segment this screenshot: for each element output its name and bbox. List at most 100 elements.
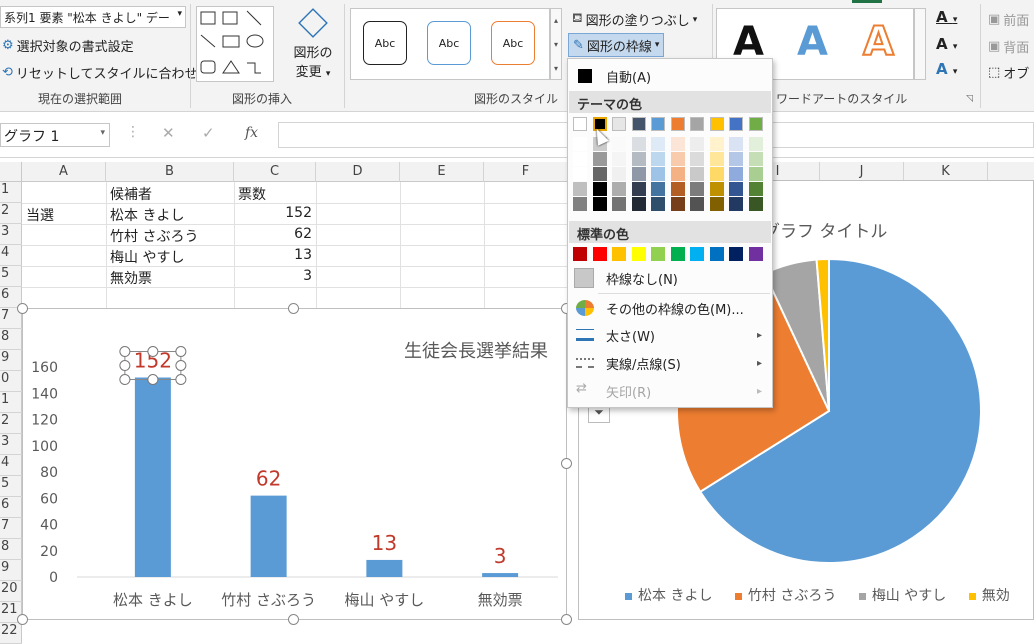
- theme-color-shade[interactable]: [690, 197, 704, 211]
- theme-color-shade[interactable]: [709, 137, 724, 151]
- bar[interactable]: [366, 559, 403, 577]
- bring-forward-button[interactable]: ▣ 前面: [988, 10, 1029, 29]
- row-header[interactable]: 9: [0, 560, 22, 581]
- theme-color-shade[interactable]: [651, 152, 665, 166]
- theme-color-shade[interactable]: [709, 197, 724, 211]
- text-fill-button[interactable]: A ▾: [936, 8, 957, 26]
- gallery-scroll[interactable]: ▴ ▾ ▾: [550, 8, 562, 80]
- theme-color-shade[interactable]: [573, 137, 587, 151]
- theme-color-swatch[interactable]: [631, 117, 646, 131]
- theme-color-shade[interactable]: [748, 197, 763, 211]
- resize-handle[interactable]: [17, 614, 28, 625]
- column-header[interactable]: B: [106, 162, 234, 182]
- shape-style-black[interactable]: Abc: [363, 21, 407, 65]
- theme-color-shade[interactable]: [573, 152, 587, 166]
- theme-color-shade[interactable]: [631, 137, 646, 151]
- cell-c1[interactable]: 票数: [238, 184, 266, 204]
- no-outline-item[interactable]: 枠線なし(N): [568, 265, 772, 291]
- theme-color-shade[interactable]: [690, 167, 704, 181]
- theme-color-shade[interactable]: [729, 167, 743, 181]
- theme-color-shade[interactable]: [748, 167, 763, 181]
- shape-fill-button[interactable]: ⛾ 図形の塗りつぶし ▾: [572, 10, 697, 29]
- theme-color-shade[interactable]: [670, 182, 685, 196]
- shape-style-gallery[interactable]: Abc Abc Abc: [350, 8, 550, 80]
- label-handle[interactable]: [119, 360, 131, 371]
- cell-a2[interactable]: 当選: [26, 205, 54, 225]
- theme-color-shade[interactable]: [592, 197, 607, 211]
- format-selection-button[interactable]: ⚙ 選択対象の書式設定: [2, 36, 134, 55]
- reset-style-button[interactable]: ⟲ リセットしてスタイルに合わせる: [2, 63, 211, 82]
- bar-plot-area[interactable]: 020406080100120140160 152松本 きよし62竹村 さぶろう1…: [23, 309, 568, 621]
- shapes-gallery[interactable]: [196, 6, 274, 82]
- weight-item[interactable]: 太さ(W) ▸: [568, 322, 772, 348]
- resize-handle[interactable]: [561, 614, 572, 625]
- cell-c5[interactable]: 3: [238, 268, 312, 284]
- row-header[interactable]: 5: [0, 476, 22, 497]
- chart-element-combo[interactable]: 系列1 要素 "松本 きよし" デー ▾: [0, 6, 186, 28]
- row-header[interactable]: 7: [0, 518, 22, 539]
- shape-style-blue[interactable]: Abc: [427, 21, 471, 65]
- standard-color-swatch[interactable]: [729, 247, 743, 261]
- label-handle[interactable]: [119, 346, 131, 357]
- theme-color-shade[interactable]: [573, 182, 587, 196]
- theme-color-shade[interactable]: [748, 152, 763, 166]
- dialog-launcher-icon[interactable]: ◹: [966, 94, 973, 104]
- more-colors-item[interactable]: その他の枠線の色(M)...: [568, 295, 772, 321]
- theme-color-shade[interactable]: [709, 167, 724, 181]
- cell-c4[interactable]: 13: [238, 247, 312, 263]
- change-shape-button[interactable]: 図形の 変更 ▾: [290, 8, 336, 80]
- theme-color-shade[interactable]: [670, 197, 685, 211]
- theme-color-shade[interactable]: [651, 137, 665, 151]
- label-handle[interactable]: [147, 346, 159, 357]
- row-header[interactable]: 2: [0, 413, 22, 434]
- row-header[interactable]: 4: [0, 245, 22, 266]
- column-header[interactable]: J: [820, 162, 904, 182]
- theme-color-shade[interactable]: [631, 182, 646, 196]
- shape-outline-button[interactable]: ✎ 図形の枠線 ▾: [568, 33, 665, 57]
- theme-color-shade[interactable]: [651, 182, 665, 196]
- resize-handle[interactable]: [17, 303, 28, 314]
- label-handle[interactable]: [175, 374, 187, 385]
- theme-color-shade[interactable]: [690, 152, 704, 166]
- data-label[interactable]: 62: [256, 467, 281, 491]
- standard-color-swatch[interactable]: [612, 247, 626, 261]
- theme-color-shade[interactable]: [651, 167, 665, 181]
- theme-color-shade[interactable]: [748, 137, 763, 151]
- theme-color-swatch[interactable]: [670, 117, 685, 131]
- label-handle[interactable]: [175, 346, 187, 357]
- row-header[interactable]: 4: [0, 455, 22, 476]
- standard-color-swatch[interactable]: [631, 247, 646, 261]
- pie-legend[interactable]: 松本 きよし 竹村 さぶろう 梅山 やすし 無効: [625, 585, 1034, 609]
- row-header[interactable]: 2: [0, 203, 22, 224]
- standard-color-swatch[interactable]: [573, 247, 587, 261]
- row-header[interactable]: 0: [0, 371, 22, 392]
- enter-icon[interactable]: ✓: [202, 124, 215, 142]
- cell-b5[interactable]: 無効票: [110, 268, 152, 288]
- name-box[interactable]: グラフ 1 ▾: [0, 123, 110, 147]
- column-header[interactable]: E: [400, 162, 484, 182]
- row-header[interactable]: 5: [0, 266, 22, 287]
- cell-b3[interactable]: 竹村 さぶろう: [110, 226, 198, 246]
- column-header[interactable]: F: [484, 162, 568, 182]
- theme-color-shade[interactable]: [748, 182, 763, 196]
- column-header[interactable]: K: [904, 162, 988, 182]
- text-effects-button[interactable]: A ▾: [936, 60, 957, 78]
- theme-color-shade[interactable]: [670, 152, 685, 166]
- theme-color-swatch[interactable]: [612, 117, 626, 131]
- theme-color-shade[interactable]: [612, 152, 626, 166]
- cell-b1[interactable]: 候補者: [110, 184, 152, 204]
- shape-style-orange[interactable]: Abc: [491, 21, 535, 65]
- theme-color-shade[interactable]: [709, 182, 724, 196]
- wordart-blue[interactable]: A: [797, 19, 828, 65]
- text-outline-button[interactable]: A ▾: [936, 35, 957, 53]
- select-all-corner[interactable]: [0, 162, 22, 182]
- cell-b2[interactable]: 松本 きよし: [110, 205, 184, 225]
- theme-color-shade[interactable]: [612, 137, 626, 151]
- gallery-scroll[interactable]: [914, 8, 926, 80]
- theme-color-shade[interactable]: [631, 197, 646, 211]
- standard-color-swatch[interactable]: [592, 247, 607, 261]
- theme-color-shade[interactable]: [592, 167, 607, 181]
- standard-color-swatch[interactable]: [709, 247, 724, 261]
- row-header[interactable]: 3: [0, 224, 22, 245]
- theme-color-shade[interactable]: [729, 137, 743, 151]
